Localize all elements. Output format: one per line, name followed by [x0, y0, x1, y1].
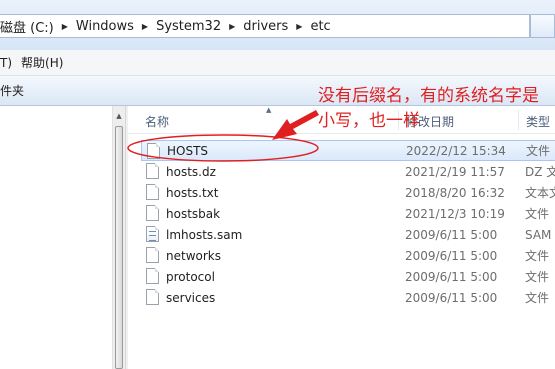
address-dropdown-button[interactable] — [530, 14, 555, 38]
file-name: services — [166, 290, 216, 305]
file-list: ▲ 名称 修改日期 类型 HOSTS 2022/2/12 15:34 文件 ho… — [128, 106, 555, 369]
file-date: 2009/6/11 5:00 — [405, 269, 498, 284]
file-icon — [146, 163, 159, 179]
file-row-hostsbak[interactable]: hostsbak 2021/12/3 10:19 文件 — [141, 203, 555, 224]
file-icon — [146, 289, 159, 305]
file-row-hosts-dz[interactable]: hosts.dz 2021/2/19 11:57 DZ 文 — [141, 161, 555, 182]
file-date: 2009/6/11 5:00 — [405, 248, 498, 263]
sort-ascending-icon: ▲ — [266, 106, 272, 114]
breadcrumb-etc[interactable]: etc — [306, 19, 334, 34]
file-icon — [146, 247, 159, 263]
breadcrumb-windows[interactable]: Windows — [72, 19, 138, 34]
file-row-networks[interactable]: networks 2009/6/11 5:00 文件 — [141, 245, 555, 266]
address-bar: 磁盘 (C:) ▶ Windows ▶ System32 ▶ drivers ▶… — [0, 0, 555, 50]
file-name: lmhosts.sam — [166, 227, 243, 242]
new-folder-button[interactable]: 件夹 — [0, 82, 24, 99]
breadcrumb-drive[interactable]: 磁盘 (C:) — [0, 17, 58, 36]
file-icon — [146, 184, 159, 200]
menu-item-help[interactable]: 帮助(H) — [18, 54, 69, 71]
file-icon — [146, 205, 159, 221]
menu-bar: T) 帮助(H) — [0, 50, 555, 76]
scroll-thumb[interactable] — [115, 126, 123, 369]
file-date: 2009/6/11 5:00 — [405, 227, 498, 242]
breadcrumb-drivers[interactable]: drivers — [239, 19, 292, 34]
file-row-protocol[interactable]: protocol 2009/6/11 5:00 文件 — [141, 266, 555, 287]
scroll-up-icon[interactable]: ▲ — [113, 110, 125, 122]
file-type: DZ 文 — [525, 165, 555, 179]
file-name: HOSTS — [167, 143, 209, 158]
breadcrumb-separator-icon[interactable]: ▶ — [58, 22, 72, 31]
file-type: 文件 — [526, 144, 551, 158]
file-icon — [147, 143, 160, 159]
file-row-hosts[interactable]: HOSTS 2022/2/12 15:34 文件 — [141, 140, 555, 161]
file-type: 文件 — [525, 291, 550, 305]
file-type: 文件 — [525, 270, 550, 284]
file-row-hosts-txt[interactable]: hosts.txt 2018/8/20 16:32 文本文 — [141, 182, 555, 203]
breadcrumb-separator-icon[interactable]: ▶ — [292, 22, 306, 31]
annotation-text: 没有后缀名，有的系统名字是小写，也一样 — [318, 86, 539, 131]
file-row-services[interactable]: services 2009/6/11 5:00 文件 — [141, 287, 555, 308]
file-icon — [146, 268, 159, 284]
file-name: protocol — [166, 269, 215, 284]
breadcrumb[interactable]: 磁盘 (C:) ▶ Windows ▶ System32 ▶ drivers ▶… — [0, 14, 530, 38]
sam-file-icon — [146, 226, 159, 242]
file-name: networks — [166, 248, 221, 263]
file-type: 文件 — [525, 207, 550, 221]
column-name[interactable]: 名称 — [145, 113, 169, 130]
breadcrumb-separator-icon[interactable]: ▶ — [225, 22, 239, 31]
menu-item-tools[interactable]: T) — [0, 56, 18, 70]
file-name: hosts.txt — [166, 185, 219, 200]
file-date: 2022/2/12 15:34 — [406, 143, 506, 158]
navigation-pane[interactable] — [0, 106, 112, 369]
nav-scrollbar[interactable]: ▲ — [112, 106, 125, 369]
file-type: 文件 — [525, 249, 550, 263]
breadcrumb-system32[interactable]: System32 — [152, 19, 225, 34]
file-date: 2009/6/11 5:00 — [405, 290, 498, 305]
file-type: SAM — [525, 227, 552, 242]
file-date: 2021/2/19 11:57 — [405, 164, 505, 179]
breadcrumb-separator-icon[interactable]: ▶ — [138, 22, 152, 31]
file-name: hosts.dz — [166, 164, 216, 179]
file-date: 2021/12/3 10:19 — [405, 206, 505, 221]
file-name: hostsbak — [166, 206, 221, 221]
file-row-lmhosts-sam[interactable]: lmhosts.sam 2009/6/11 5:00 SAM — [141, 224, 555, 245]
file-type: 文本文 — [525, 186, 555, 200]
file-date: 2018/8/20 16:32 — [405, 185, 505, 200]
